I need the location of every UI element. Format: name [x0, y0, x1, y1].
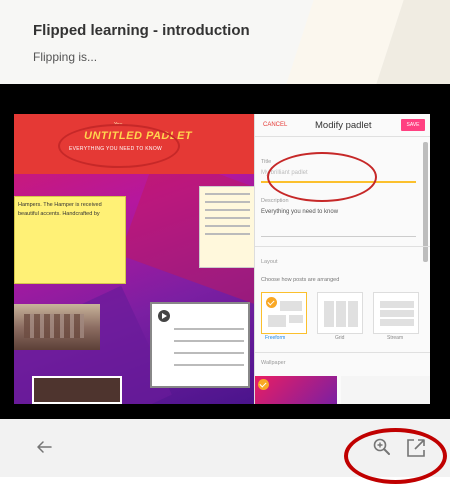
play-icon [158, 310, 170, 322]
header: Flipped learning - introduction Flipping… [0, 0, 450, 84]
panel-title: Modify padlet [315, 120, 372, 131]
layout-option-label: Freeform [265, 335, 286, 341]
cancel-button: CANCEL [263, 122, 288, 128]
video-post [150, 302, 250, 388]
bottom-toolbar [0, 419, 450, 484]
arrow-left-icon[interactable] [36, 439, 52, 455]
layout-label: Layout [261, 259, 278, 265]
layout-option-grid [317, 292, 363, 334]
page-title: Flipped learning - introduction [33, 22, 250, 39]
wallpaper-option [341, 376, 430, 404]
photo-post [14, 304, 100, 350]
modify-padlet-panel: CANCEL Modify padlet SAVE Title My brill… [254, 114, 430, 404]
layout-option-stream [373, 292, 419, 334]
sticky-note: Hampers. The Hamper is received beautifu… [14, 196, 126, 284]
photo-post [32, 376, 122, 404]
description-field: Everything you need to know [261, 209, 339, 215]
check-icon [258, 379, 269, 390]
annotation-circle [58, 124, 180, 168]
document-post [199, 186, 254, 268]
layout-option-freeform [261, 292, 307, 334]
scrollbar [423, 142, 428, 262]
padlet-board: You UNTITLED PADLET EVERYTHING YOU NEED … [14, 114, 254, 404]
padlet-screenshot: You UNTITLED PADLET EVERYTHING YOU NEED … [14, 114, 430, 404]
wallpaper-option [255, 376, 337, 404]
title-field-label: Title [261, 159, 272, 165]
layout-option-label: Stream [387, 335, 404, 341]
annotation-circle [267, 152, 377, 202]
image-viewer: You UNTITLED PADLET EVERYTHING YOU NEED … [0, 84, 450, 419]
description-label: Description [261, 198, 289, 204]
wallpaper-label: Wallpaper [261, 360, 286, 366]
annotation-circle [344, 428, 447, 484]
check-icon [266, 297, 277, 308]
layout-option-label: Grid [335, 335, 345, 341]
save-button: SAVE [401, 119, 425, 131]
page-subtitle: Flipping is... [33, 50, 98, 64]
layout-hint: Choose how posts are arranged [261, 277, 340, 283]
